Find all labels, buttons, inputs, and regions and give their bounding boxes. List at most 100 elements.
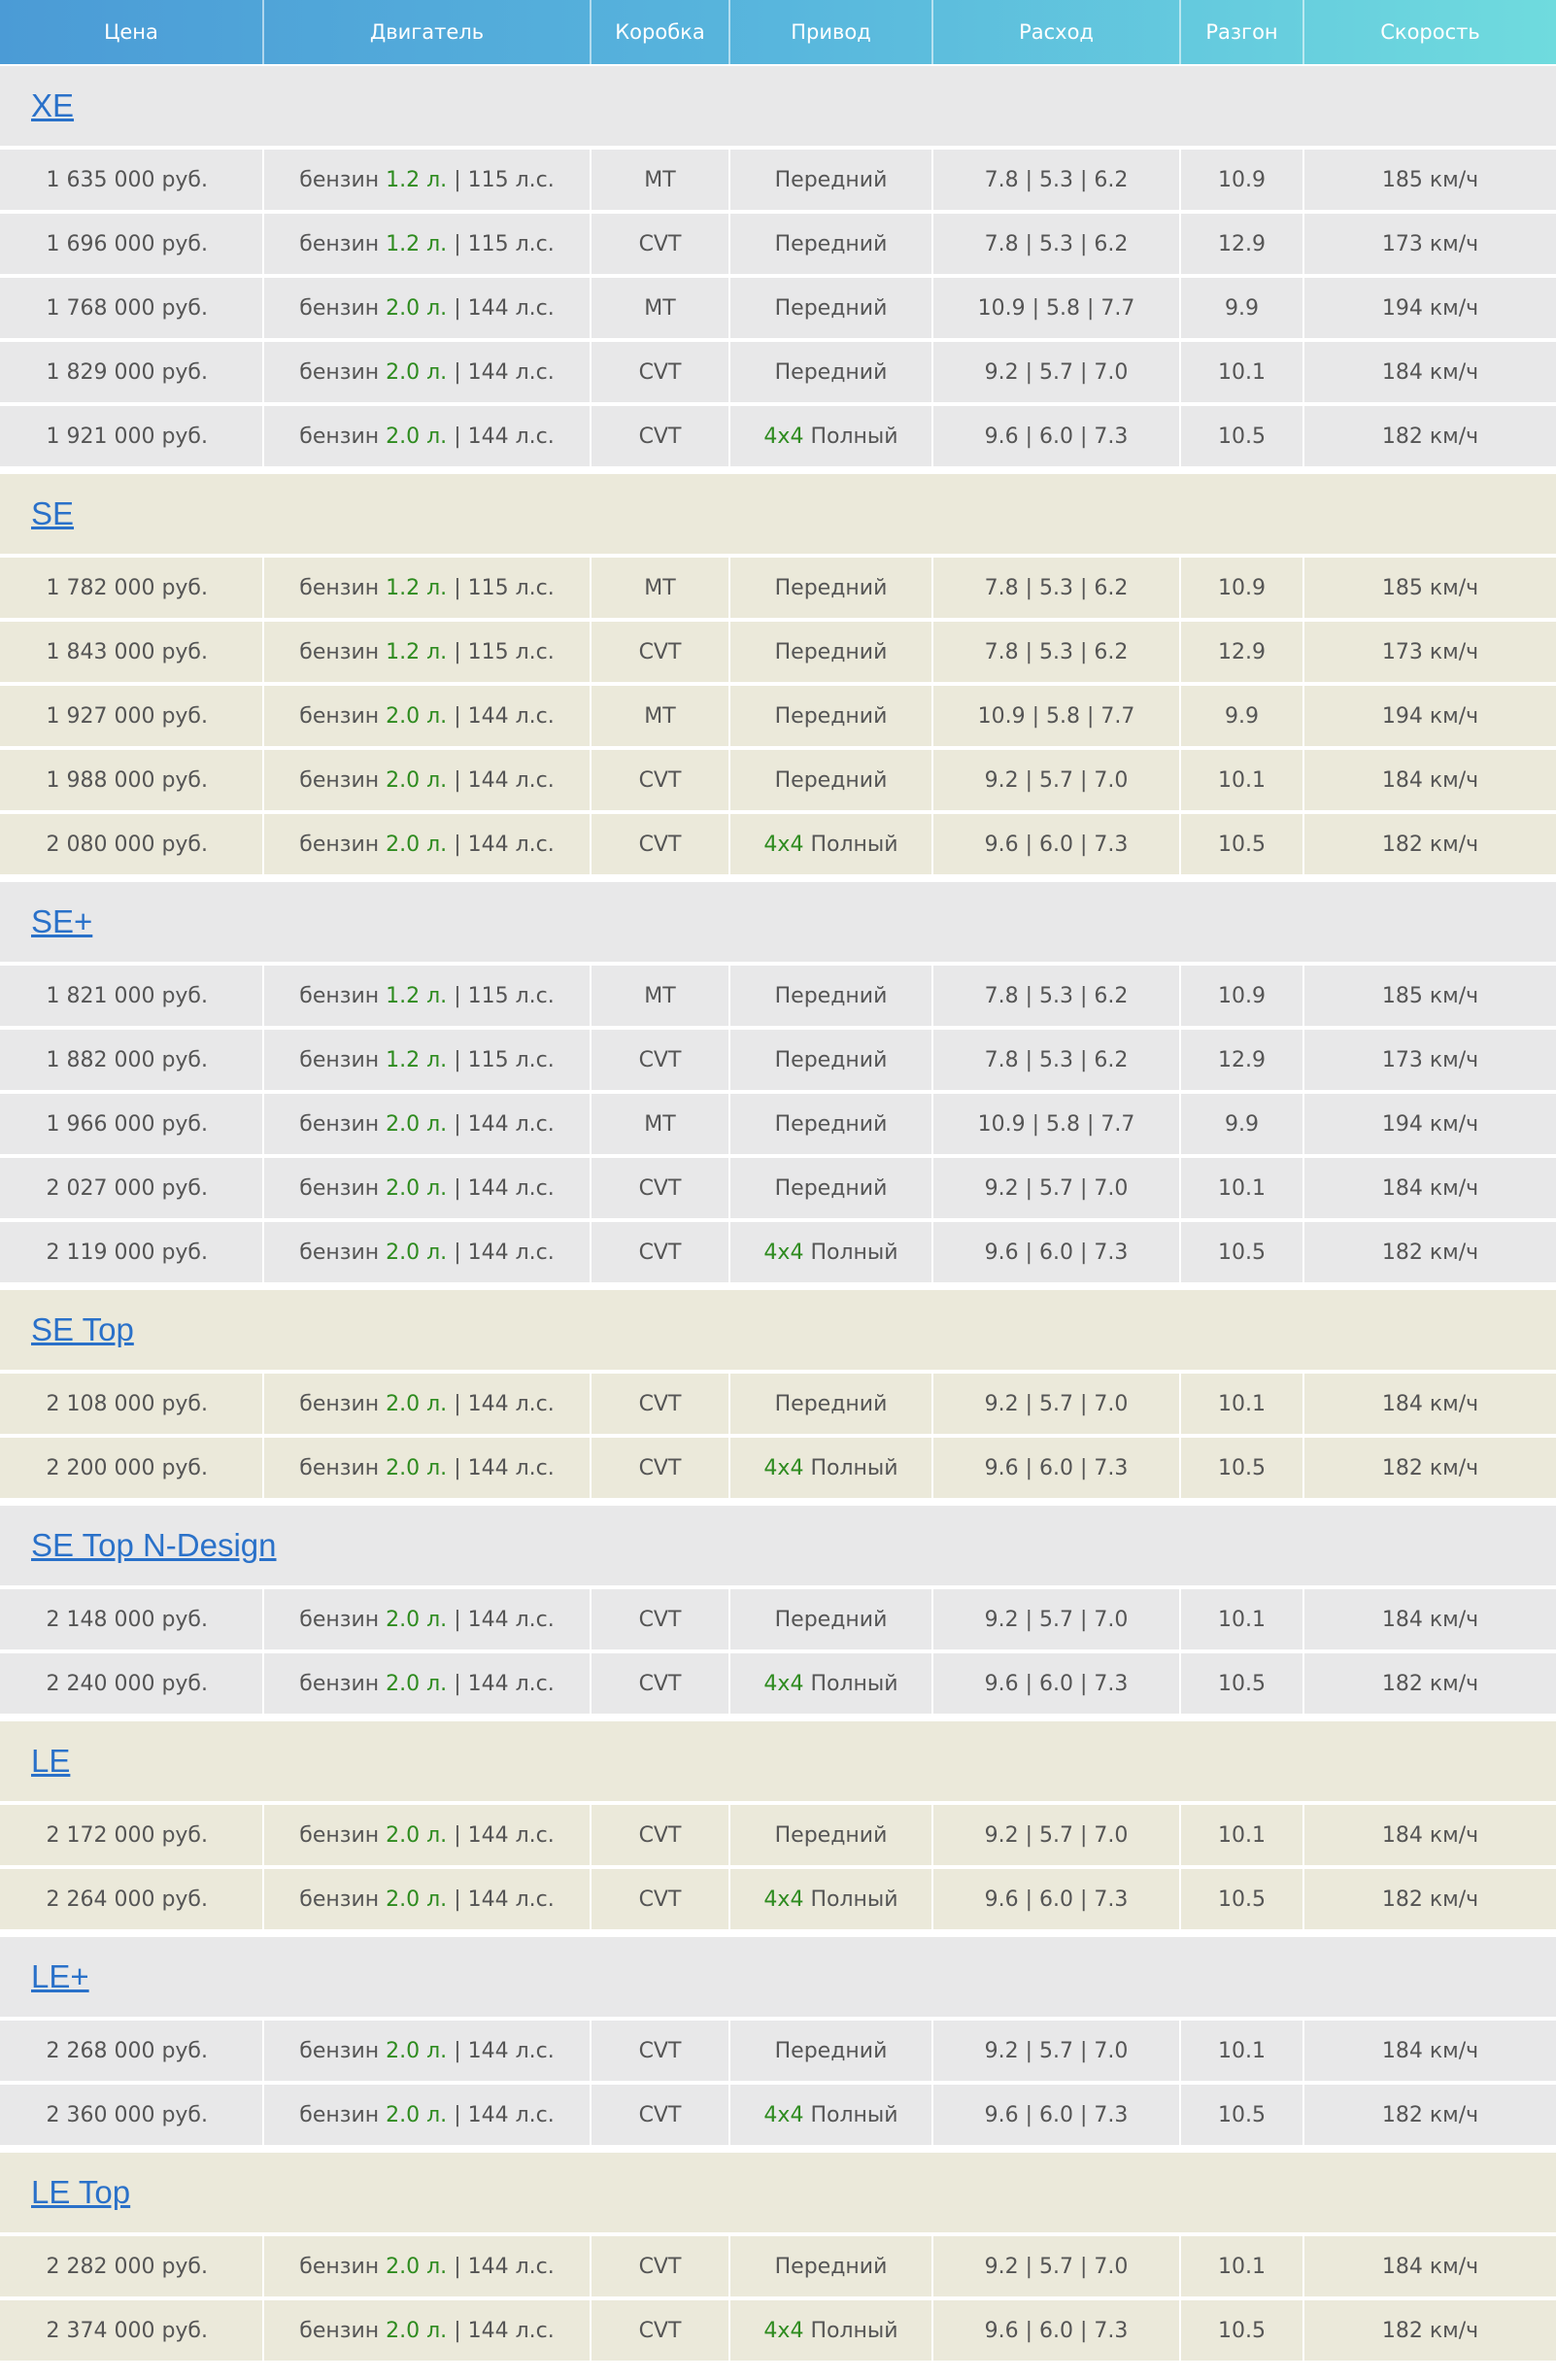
speed-cell: 184 км/ч: [1303, 1156, 1556, 1222]
acceleration-cell: 10.5: [1180, 1436, 1304, 1504]
gearbox-cell: CVT: [591, 1436, 730, 1504]
engine-power: | 144 л.с.: [454, 2254, 555, 2279]
speed-cell: 173 км/ч: [1303, 212, 1556, 278]
drive-label: Полный: [810, 832, 898, 857]
speed-cell: 182 км/ч: [1303, 1436, 1556, 1504]
engine-fuel: бензин: [299, 167, 380, 192]
drive-cell: Передний: [729, 1028, 933, 1094]
trim-group-cell: SE: [0, 466, 1556, 558]
column-header-gearbox[interactable]: Коробка: [591, 0, 730, 66]
engine-fuel: бензин: [299, 1822, 380, 1848]
column-header-price[interactable]: Цена: [0, 0, 264, 66]
engine-cell: бензин 1.2 л. | 115 л.с.: [263, 620, 592, 686]
trim-link[interactable]: SE Top N-Design: [31, 1527, 277, 1563]
consumption-cell: 9.2 | 5.7 | 7.0: [932, 1587, 1181, 1653]
engine-power: | 144 л.с.: [454, 767, 555, 793]
consumption-cell: 7.8 | 5.3 | 6.2: [932, 212, 1181, 278]
acceleration-cell: 9.9: [1180, 1092, 1304, 1158]
drive-cell: Передний: [729, 212, 933, 278]
engine-power: | 144 л.с.: [454, 424, 555, 449]
trim-link[interactable]: XE: [31, 87, 74, 123]
acceleration-cell: 10.1: [1180, 2234, 1304, 2300]
gearbox-cell: CVT: [591, 404, 730, 472]
column-header-engine[interactable]: Двигатель: [263, 0, 592, 66]
engine-fuel: бензин: [299, 767, 380, 793]
table-row: 2 360 000 руб. бензин 2.0 л. | 144 л.с. …: [0, 2083, 1556, 2151]
consumption-cell: 9.6 | 6.0 | 7.3: [932, 2083, 1181, 2151]
consumption-cell: 9.2 | 5.7 | 7.0: [932, 2019, 1181, 2085]
drive-cell: Передний: [729, 148, 933, 214]
engine-cell: бензин 1.2 л. | 115 л.с.: [263, 148, 592, 214]
engine-cell: бензин 2.0 л. | 144 л.с.: [263, 2298, 592, 2364]
trim-group-cell: LE Top: [0, 2145, 1556, 2236]
engine-volume: 2.0 л.: [386, 1391, 448, 1416]
speed-cell: 182 км/ч: [1303, 1220, 1556, 1288]
table-row: 1 927 000 руб. бензин 2.0 л. | 144 л.с. …: [0, 684, 1556, 750]
trim-group-header: LE Top: [0, 2145, 1556, 2236]
speed-cell: 182 км/ч: [1303, 404, 1556, 472]
drive-label: Передний: [774, 359, 888, 385]
price-cell: 1 882 000 руб.: [0, 1028, 264, 1094]
engine-volume: 2.0 л.: [386, 2318, 448, 2343]
trim-link[interactable]: SE+: [31, 903, 92, 939]
trim-link[interactable]: LE: [31, 1743, 70, 1779]
engine-power: | 144 л.с.: [454, 1671, 555, 1696]
engine-volume: 1.2 л.: [386, 983, 448, 1008]
drive-cell: Передний: [729, 556, 933, 622]
engine-cell: бензин 1.2 л. | 115 л.с.: [263, 964, 592, 1030]
gearbox-cell: CVT: [591, 812, 730, 880]
trim-group-cell: SE+: [0, 874, 1556, 966]
drive-cell: Передний: [729, 340, 933, 406]
gearbox-cell: CVT: [591, 1867, 730, 1935]
engine-volume: 2.0 л.: [386, 2254, 448, 2279]
trim-group-cell: LE+: [0, 1929, 1556, 2021]
table-row: 1 966 000 руб. бензин 2.0 л. | 144 л.с. …: [0, 1092, 1556, 1158]
trim-link[interactable]: LE+: [31, 1958, 89, 1994]
trim-group: SE Top N-Design 2 148 000 руб. бензин 2.…: [0, 1498, 1556, 1719]
table-row: 1 829 000 руб. бензин 2.0 л. | 144 л.с. …: [0, 340, 1556, 406]
price-cell: 1 768 000 руб.: [0, 276, 264, 342]
gearbox-cell: CVT: [591, 2019, 730, 2085]
table-row: 2 108 000 руб. бензин 2.0 л. | 144 л.с. …: [0, 1372, 1556, 1438]
trim-group-header: LE: [0, 1714, 1556, 1805]
drive-tag: 4x4: [763, 1455, 804, 1480]
drive-cell: Передний: [729, 684, 933, 750]
engine-volume: 2.0 л.: [386, 2038, 448, 2063]
trim-link[interactable]: SE: [31, 495, 74, 531]
drive-label: Передний: [774, 703, 888, 729]
drive-label: Полный: [810, 2102, 898, 2127]
price-cell: 2 360 000 руб.: [0, 2083, 264, 2151]
column-header-drive[interactable]: Привод: [729, 0, 933, 66]
trim-group: LE 2 172 000 руб. бензин 2.0 л. | 144 л.…: [0, 1714, 1556, 1935]
engine-volume: 1.2 л.: [386, 639, 448, 664]
acceleration-cell: 12.9: [1180, 212, 1304, 278]
engine-power: | 144 л.с.: [454, 1607, 555, 1632]
engine-fuel: бензин: [299, 2102, 380, 2127]
consumption-cell: 7.8 | 5.3 | 6.2: [932, 964, 1181, 1030]
gearbox-cell: CVT: [591, 1028, 730, 1094]
trim-link[interactable]: LE Top: [31, 2174, 130, 2210]
speed-cell: 182 км/ч: [1303, 1651, 1556, 1719]
engine-power: | 144 л.с.: [454, 1175, 555, 1201]
gearbox-cell: CVT: [591, 2083, 730, 2151]
drive-tag: 4x4: [763, 2318, 804, 2343]
speed-cell: 184 км/ч: [1303, 2019, 1556, 2085]
price-cell: 2 200 000 руб.: [0, 1436, 264, 1504]
engine-power: | 144 л.с.: [454, 1455, 555, 1480]
trim-group-cell: XE: [0, 65, 1556, 150]
column-header-consumption[interactable]: Расход: [932, 0, 1181, 66]
trim-group-cell: SE Top N-Design: [0, 1498, 1556, 1589]
acceleration-cell: 10.5: [1180, 812, 1304, 880]
consumption-cell: 9.2 | 5.7 | 7.0: [932, 1803, 1181, 1869]
drive-tag: 4x4: [763, 1887, 804, 1912]
drive-label: Передний: [774, 1607, 888, 1632]
column-header-speed[interactable]: Скорость: [1303, 0, 1556, 66]
acceleration-cell: 10.9: [1180, 148, 1304, 214]
engine-power: | 144 л.с.: [454, 1822, 555, 1848]
column-header-acceleration[interactable]: Разгон: [1180, 0, 1304, 66]
speed-cell: 184 км/ч: [1303, 1372, 1556, 1438]
drive-label: Передний: [774, 575, 888, 600]
gearbox-cell: CVT: [591, 212, 730, 278]
engine-cell: бензин 2.0 л. | 144 л.с.: [263, 404, 592, 472]
trim-link[interactable]: SE Top: [31, 1311, 134, 1347]
